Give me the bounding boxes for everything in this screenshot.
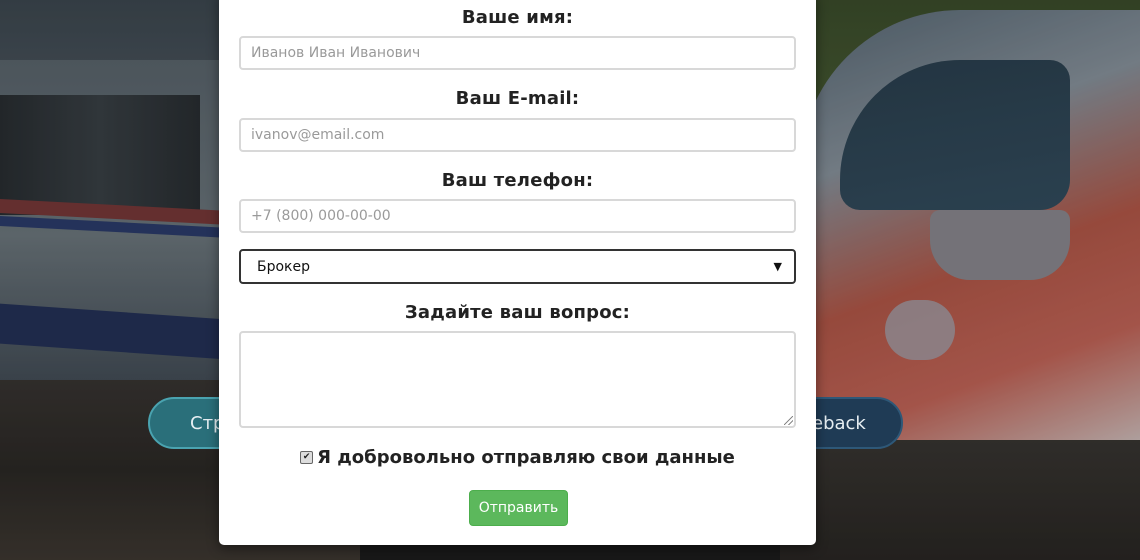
submit-button-label: Отправить xyxy=(478,500,559,516)
question-textarea[interactable] xyxy=(239,331,796,428)
email-input[interactable] xyxy=(239,118,796,152)
feedback-modal: Ваше имя: Ваш E-mail: Ваш телефон: Броке… xyxy=(219,0,816,545)
consent-row: ✔ Я добровольно отправляю свои данные xyxy=(219,447,816,468)
role-select[interactable]: Брокер ▼ xyxy=(239,249,796,284)
name-label: Ваше имя: xyxy=(461,7,574,28)
caret-down-icon: ▼ xyxy=(773,260,782,273)
phone-label: Ваш телефон: xyxy=(441,170,594,191)
checkmark-icon: ✔ xyxy=(302,452,311,462)
name-input[interactable] xyxy=(239,36,796,70)
submit-button[interactable]: Отправить xyxy=(469,490,568,526)
question-label: Задайте ваш вопрос: xyxy=(404,302,631,323)
consent-label: Я добровольно отправляю свои данные xyxy=(317,447,735,468)
email-label: Ваш E-mail: xyxy=(455,88,580,109)
role-select-value: Брокер xyxy=(257,258,311,275)
consent-checkbox[interactable]: ✔ xyxy=(300,451,314,464)
phone-input[interactable] xyxy=(239,199,796,233)
background-feedback-button-label: eback xyxy=(812,412,866,434)
